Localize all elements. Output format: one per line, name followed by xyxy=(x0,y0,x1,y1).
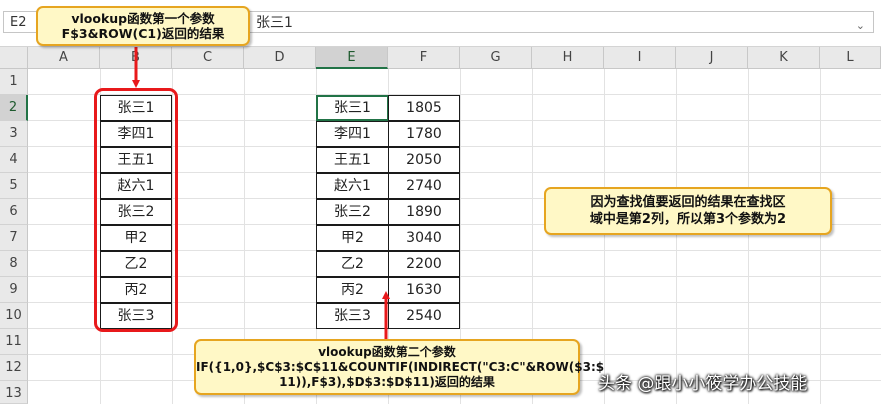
cell-f7[interactable]: 3040 xyxy=(388,225,460,251)
row-header-13[interactable]: 13 xyxy=(0,381,28,404)
column-header-g[interactable]: G xyxy=(460,47,532,69)
row-header-11[interactable]: 11 xyxy=(0,329,28,355)
column-header-k[interactable]: K xyxy=(748,47,820,69)
spreadsheet-window: E2 张三1 ⌄ A B C D E F G H I J K L 1 2 3 4… xyxy=(0,0,881,404)
row-header-4[interactable]: 4 xyxy=(0,147,28,173)
cell-f4[interactable]: 2050 xyxy=(388,147,460,173)
select-all-corner[interactable] xyxy=(0,47,28,69)
row-header-5[interactable]: 5 xyxy=(0,173,28,199)
chevron-down-icon[interactable]: ⌄ xyxy=(856,15,865,37)
column-header-c[interactable]: C xyxy=(172,47,244,69)
cell-e5[interactable]: 赵六1 xyxy=(316,173,389,199)
callout-first-param: vlookup函数第一个参数 F$3&ROW(C1)返回的结果 xyxy=(36,6,250,46)
callout-first-param-line-1: vlookup函数第一个参数 xyxy=(71,11,215,26)
formula-content: 张三1 xyxy=(256,15,293,31)
watermark: 头条 @跟小小筱学办公技能 xyxy=(598,374,808,394)
cell-e4[interactable]: 王五1 xyxy=(316,147,389,173)
highlight-frame-column-b xyxy=(94,88,178,332)
row-header-9[interactable]: 9 xyxy=(0,277,28,303)
formula-input[interactable]: 张三1 ⌄ xyxy=(246,11,874,33)
column-header-j[interactable]: J xyxy=(676,47,748,69)
column-header-b[interactable]: B xyxy=(100,47,172,69)
cell-f2[interactable]: 1805 xyxy=(388,95,460,121)
column-header-i[interactable]: I xyxy=(604,47,676,69)
callout-third-param-line-1: 因为查找值要返回的结果在查找区 xyxy=(590,195,786,210)
cell-f10[interactable]: 2540 xyxy=(388,303,460,329)
column-header-l[interactable]: L xyxy=(820,47,881,69)
callout-second-param-line-1: vlookup函数第二个参数 xyxy=(318,344,456,359)
column-header-d[interactable]: D xyxy=(244,47,316,69)
callout-third-param-line-2: 域中是第2列，所以第3个参数为2 xyxy=(589,212,787,227)
column-header-h[interactable]: H xyxy=(532,47,604,69)
row-header-10[interactable]: 10 xyxy=(0,303,28,329)
cell-f9[interactable]: 1630 xyxy=(388,277,460,303)
row-header-7[interactable]: 7 xyxy=(0,225,28,251)
cell-e7[interactable]: 甲2 xyxy=(316,225,389,251)
row-header-1[interactable]: 1 xyxy=(0,69,28,95)
cell-f3[interactable]: 1780 xyxy=(388,121,460,147)
callout-second-param-line-3: 11)),F$3),$D$3:$D$11)返回的结果 xyxy=(279,374,495,389)
cell-e9[interactable]: 丙2 xyxy=(316,277,389,303)
callout-second-param: vlookup函数第二个参数 IF({1,0},$C$3:$C$11&COUNT… xyxy=(194,339,605,395)
cell-f8[interactable]: 2200 xyxy=(388,251,460,277)
cell-e8[interactable]: 乙2 xyxy=(316,251,389,277)
cell-f5[interactable]: 2740 xyxy=(388,173,460,199)
cell-f6[interactable]: 1890 xyxy=(388,199,460,225)
column-header-e[interactable]: E xyxy=(316,47,388,69)
row-header-12[interactable]: 12 xyxy=(0,355,28,381)
cell-e2[interactable]: 张三1 xyxy=(316,95,389,121)
row-header-8[interactable]: 8 xyxy=(0,251,28,277)
cell-e3[interactable]: 李四1 xyxy=(316,121,389,147)
row-header-2[interactable]: 2 xyxy=(0,95,28,121)
callout-first-param-line-2: F$3&ROW(C1)返回的结果 xyxy=(61,26,225,41)
cell-e10[interactable]: 张三3 xyxy=(316,303,389,329)
row-header-3[interactable]: 3 xyxy=(0,121,28,147)
cell-e6[interactable]: 张三2 xyxy=(316,199,389,225)
callout-second-param-line-2: IF({1,0},$C$3:$C$11&COUNTIF(INDIRECT("C3… xyxy=(196,359,605,374)
row-header-6[interactable]: 6 xyxy=(0,199,28,225)
callout-third-param: 因为查找值要返回的结果在查找区 域中是第2列，所以第3个参数为2 xyxy=(544,187,832,235)
column-header-a[interactable]: A xyxy=(28,47,100,69)
column-header-f[interactable]: F xyxy=(388,47,460,69)
